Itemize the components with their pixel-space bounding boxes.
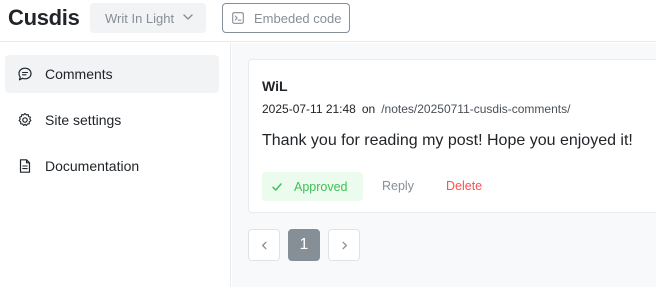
settings-icon (18, 112, 32, 127)
document-icon (19, 159, 31, 173)
comment-card: WiL 2025-07-11 21:48 on/notes/20250711-cu… (248, 59, 656, 213)
chevron-down-icon (183, 14, 193, 20)
comment-date: 2025-07-11 21:48 (262, 102, 356, 116)
reply-button[interactable]: Reply (382, 179, 414, 193)
sidebar-item-documentation[interactable]: Documentation (5, 147, 219, 185)
main-content: WiL 2025-07-11 21:48 on/notes/20250711-cu… (232, 43, 656, 287)
sidebar-item-label: Site settings (45, 112, 122, 128)
comment-meta: 2025-07-11 21:48 on/notes/20250711-cusdis… (262, 102, 570, 116)
chevron-left-icon (261, 241, 267, 249)
top-bar: Cusdis Writ In Light Embeded code (0, 0, 656, 42)
next-page-button[interactable] (328, 229, 360, 261)
app-logo: Cusdis (8, 5, 80, 30)
sidebar-item-label: Documentation (45, 158, 140, 174)
comment-page-link[interactable]: /notes/20250711-cusdis-comments/ (381, 102, 570, 116)
sidebar-item-site-settings[interactable]: Site settings (5, 101, 219, 139)
check-icon (272, 182, 282, 191)
delete-button[interactable]: Delete (446, 179, 482, 193)
embed-code-label: Embeded code (254, 10, 342, 26)
comment-author: WiL (262, 78, 288, 94)
approved-button[interactable]: Approved (262, 172, 363, 201)
sidebar-item-comments[interactable]: Comments (5, 55, 219, 93)
approved-label: Approved (294, 179, 348, 194)
sidebar-item-label: Comments (45, 66, 113, 82)
page-1-button[interactable]: 1 (288, 229, 320, 261)
comment-on-label: on (361, 102, 376, 116)
chevron-right-icon (341, 241, 347, 249)
previous-page-button[interactable] (248, 229, 280, 261)
comment-icon (18, 67, 32, 81)
site-select-value: Writ In Light (105, 10, 175, 26)
embed-code-button[interactable]: Embeded code (222, 3, 350, 33)
code-icon (232, 12, 244, 24)
site-select[interactable]: Writ In Light (90, 3, 206, 33)
sidebar: Comments Site settings Documentation (0, 43, 231, 287)
comment-content: Thank you for reading my post! Hope you … (262, 132, 633, 149)
